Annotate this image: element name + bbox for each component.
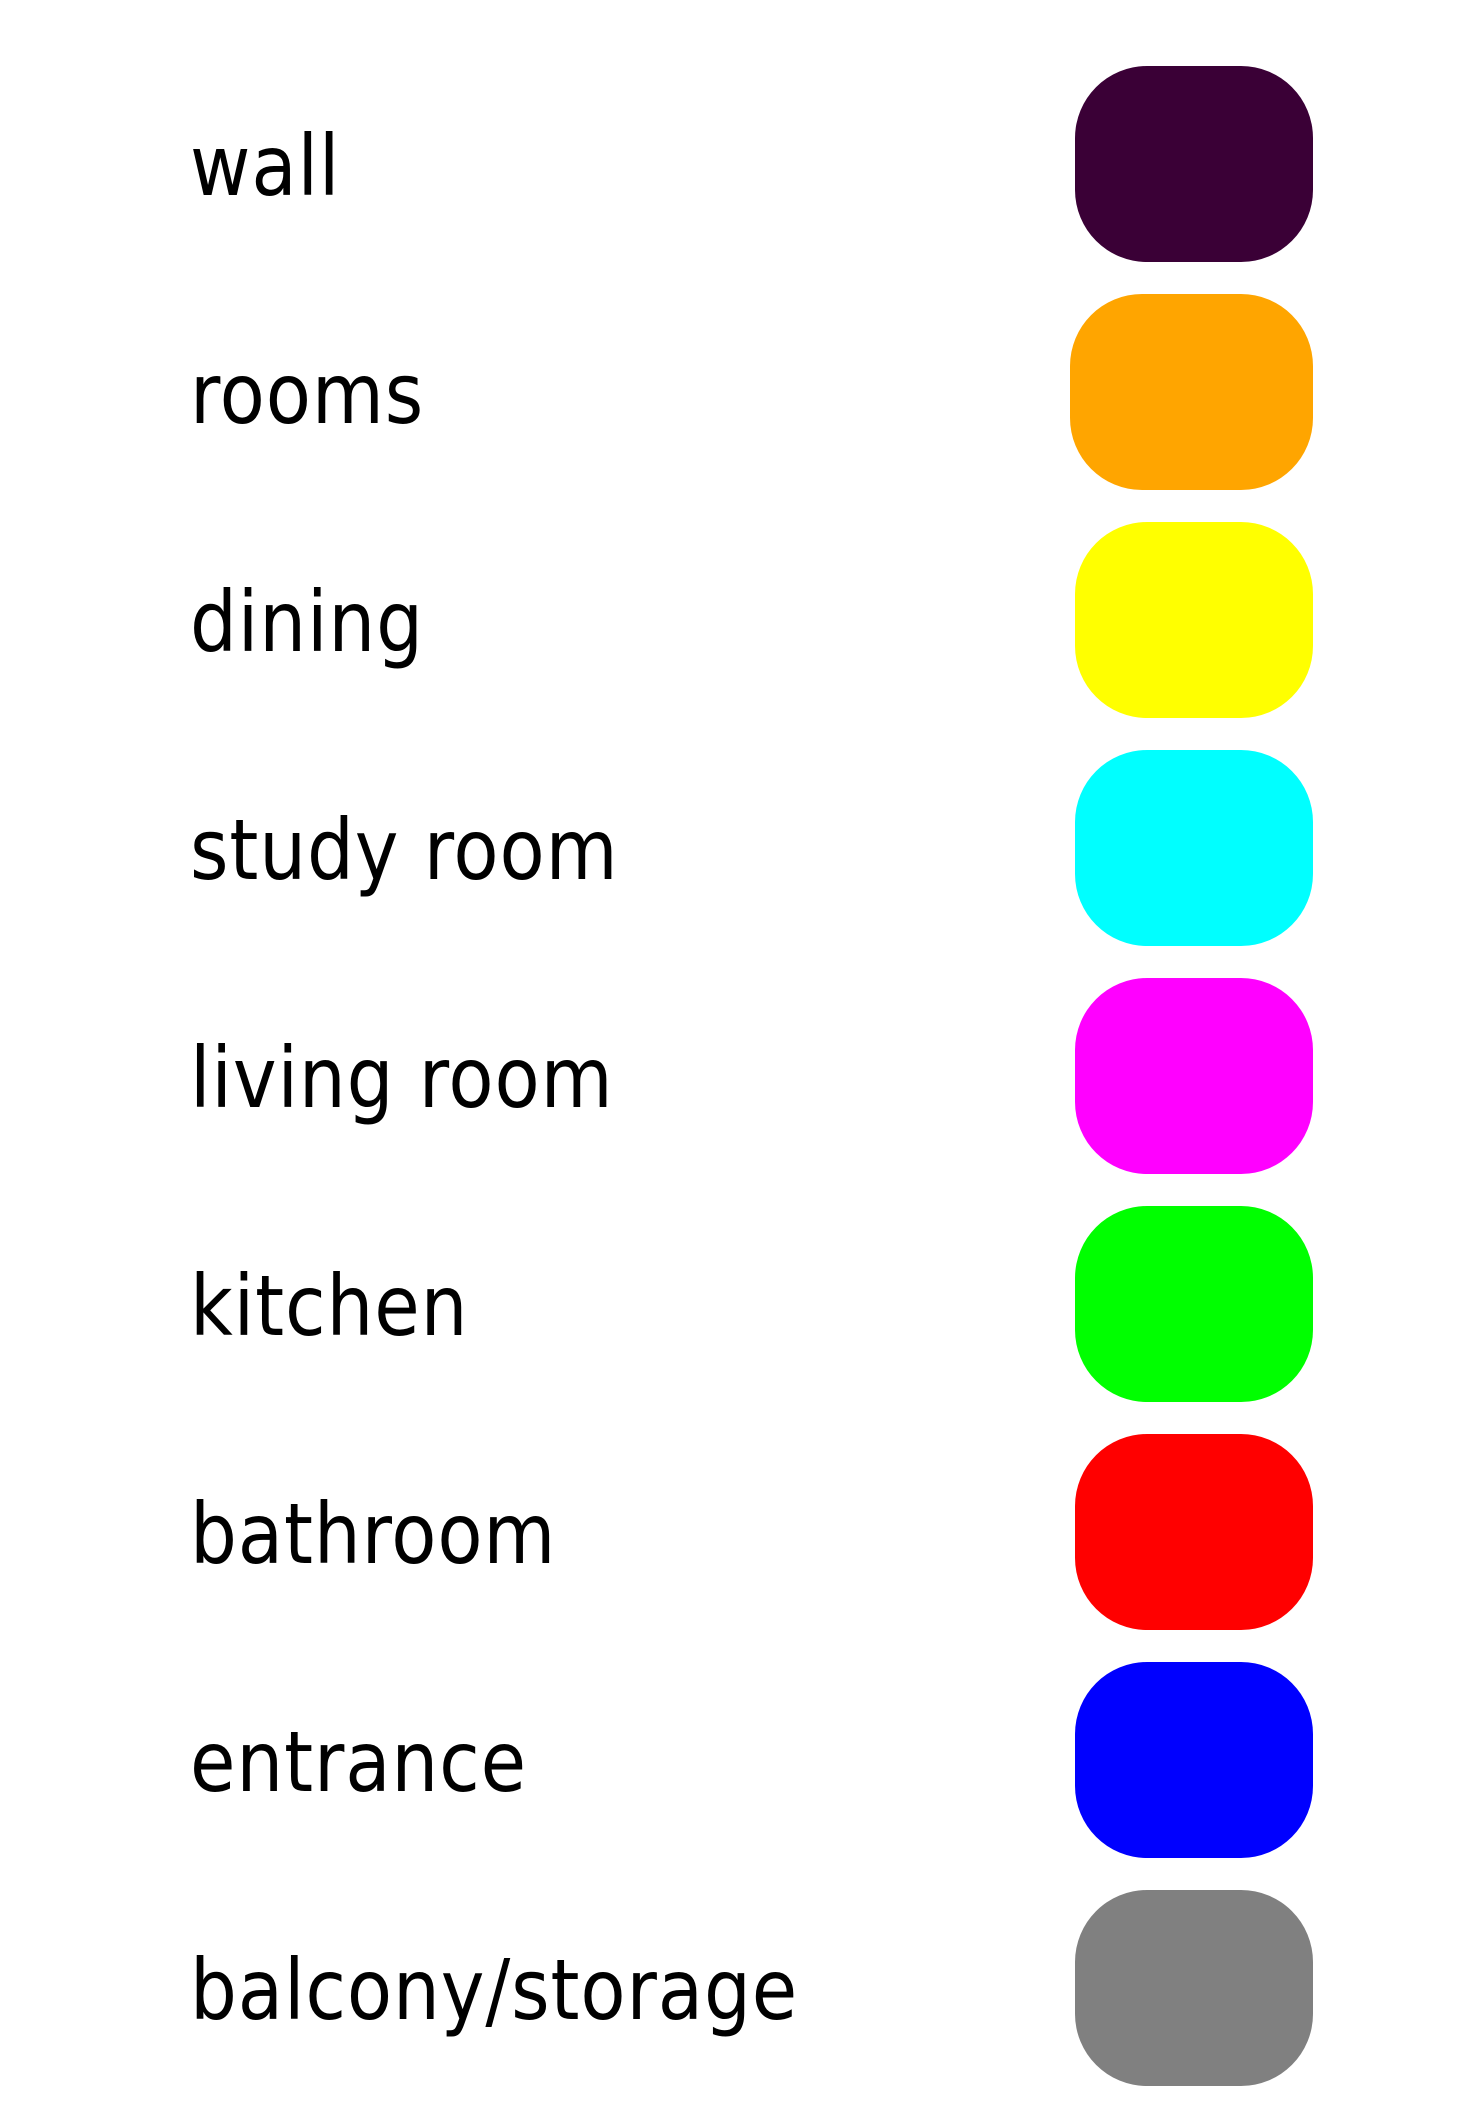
color-swatch bbox=[1075, 1890, 1313, 2086]
legend-label: living room bbox=[190, 1029, 614, 1127]
color-swatch bbox=[1075, 750, 1313, 946]
legend-label: balcony/storage bbox=[190, 1941, 799, 2039]
color-swatch bbox=[1075, 522, 1313, 718]
color-swatch bbox=[1075, 978, 1313, 1174]
color-swatch bbox=[1070, 294, 1313, 490]
legend-item-entrance: entrance bbox=[0, 1662, 1480, 1858]
color-legend: wall rooms dining study room living room… bbox=[0, 0, 1480, 2117]
legend-item-balcony-storage: balcony/storage bbox=[0, 1890, 1480, 2086]
legend-label: bathroom bbox=[190, 1485, 557, 1583]
legend-item-dining: dining bbox=[0, 522, 1480, 718]
legend-item-wall: wall bbox=[0, 66, 1480, 262]
color-swatch bbox=[1075, 1206, 1313, 1402]
legend-item-study-room: study room bbox=[0, 750, 1480, 946]
color-swatch bbox=[1075, 1662, 1313, 1858]
legend-label: wall bbox=[190, 117, 341, 215]
legend-label: dining bbox=[190, 573, 424, 671]
legend-item-bathroom: bathroom bbox=[0, 1434, 1480, 1630]
legend-label: rooms bbox=[190, 345, 425, 443]
legend-item-living-room: living room bbox=[0, 978, 1480, 1174]
legend-item-rooms: rooms bbox=[0, 294, 1480, 490]
legend-item-kitchen: kitchen bbox=[0, 1206, 1480, 1402]
color-swatch bbox=[1075, 1434, 1313, 1630]
legend-label: entrance bbox=[190, 1713, 528, 1811]
legend-label: study room bbox=[190, 801, 619, 899]
color-swatch bbox=[1075, 66, 1313, 262]
legend-label: kitchen bbox=[190, 1257, 469, 1355]
